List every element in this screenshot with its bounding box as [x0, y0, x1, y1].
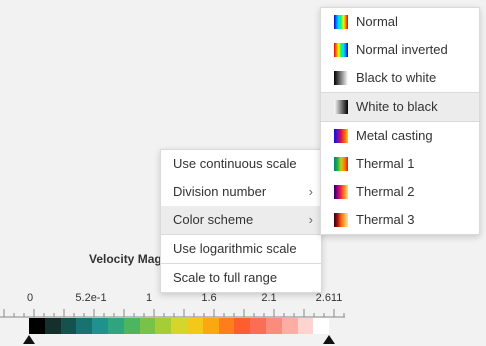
- color-bar-segment: [265, 318, 282, 334]
- color-bar-segment: [92, 318, 108, 334]
- context-menu: Use continuous scale Division number › C…: [160, 149, 322, 293]
- color-bar-segment: [250, 318, 266, 334]
- color-bar-segment: [139, 318, 156, 334]
- metal-casting-gradient-icon: [334, 129, 348, 143]
- color-bar-segment: [29, 318, 45, 334]
- scheme-thermal-2[interactable]: Thermal 2: [321, 178, 479, 206]
- min-range-handle[interactable]: [23, 335, 35, 344]
- scale-to-full-range-item[interactable]: Scale to full range: [161, 263, 321, 292]
- scheme-white-to-black[interactable]: White to black: [321, 92, 479, 121]
- use-logarithmic-scale-item[interactable]: Use logarithmic scale: [161, 234, 321, 263]
- max-range-handle[interactable]: [323, 335, 335, 344]
- scheme-label: Thermal 2: [356, 184, 415, 199]
- chevron-right-icon: ›: [308, 212, 313, 227]
- black-to-white-gradient-icon: [334, 71, 348, 85]
- scheme-label: White to black: [356, 99, 438, 114]
- color-bar-segment: [313, 318, 330, 334]
- scheme-thermal-1[interactable]: Thermal 1: [321, 150, 479, 178]
- normal-gradient-icon: [334, 15, 348, 29]
- color-scheme-submenu: Normal Normal inverted Black to white Wh…: [320, 7, 480, 235]
- tick-label: 1.6: [201, 292, 217, 304]
- color-bar-segment: [155, 318, 172, 334]
- tick-label: 5.2e-1: [75, 292, 107, 304]
- chevron-right-icon: ›: [308, 184, 313, 199]
- scale-ruler: [0, 309, 345, 318]
- color-bar-segment: [107, 318, 124, 334]
- tick-label: 0: [26, 292, 34, 304]
- division-number-item[interactable]: Division number ›: [161, 178, 321, 206]
- menu-item-label: Division number: [173, 184, 267, 199]
- menu-item-label: Color scheme: [173, 212, 254, 227]
- scheme-normal[interactable]: Normal: [321, 8, 479, 36]
- menu-item-label: Scale to full range: [173, 270, 278, 285]
- scheme-label: Thermal 1: [356, 156, 415, 171]
- color-bar-segment: [186, 318, 203, 334]
- color-bar-segment: [202, 318, 219, 334]
- scheme-label: Metal casting: [356, 128, 433, 143]
- color-bar-segment: [281, 318, 298, 334]
- color-bar-segment: [76, 318, 93, 334]
- scheme-label: Normal inverted: [356, 42, 448, 57]
- white-to-black-gradient-icon: [334, 100, 348, 114]
- color-bar-segment: [171, 318, 187, 334]
- menu-item-label: Use continuous scale: [173, 156, 297, 171]
- menu-item-label: Use logarithmic scale: [173, 241, 297, 256]
- normal-inverted-gradient-icon: [334, 43, 348, 57]
- color-bar-segment: [297, 318, 314, 334]
- legend-title: Velocity Mag: [89, 252, 162, 266]
- color-bar-segment: [218, 318, 235, 334]
- scheme-normal-inverted[interactable]: Normal inverted: [321, 36, 479, 64]
- color-bar-segment: [234, 318, 251, 334]
- thermal-3-gradient-icon: [334, 213, 348, 227]
- thermal-1-gradient-icon: [334, 157, 348, 171]
- use-continuous-scale-item[interactable]: Use continuous scale: [161, 150, 321, 178]
- scheme-label: Black to white: [356, 70, 437, 85]
- tick-label: 1: [145, 292, 153, 304]
- scheme-label: Thermal 3: [356, 212, 415, 227]
- color-bar[interactable]: [29, 318, 330, 334]
- color-bar-segment: [123, 318, 140, 334]
- scheme-label: Normal: [356, 14, 398, 29]
- tick-label: 2.1: [261, 292, 277, 304]
- color-bar-segment: [44, 318, 61, 334]
- tick-label: 2.611: [315, 292, 343, 304]
- color-scheme-item[interactable]: Color scheme ›: [161, 206, 321, 234]
- thermal-2-gradient-icon: [334, 185, 348, 199]
- color-bar-segment: [60, 318, 77, 334]
- scheme-metal-casting[interactable]: Metal casting: [321, 121, 479, 150]
- scheme-thermal-3[interactable]: Thermal 3: [321, 206, 479, 234]
- scheme-black-to-white[interactable]: Black to white: [321, 64, 479, 92]
